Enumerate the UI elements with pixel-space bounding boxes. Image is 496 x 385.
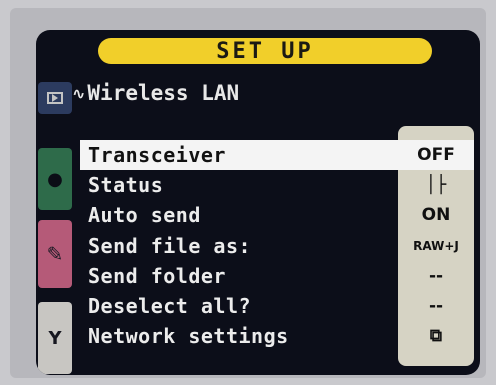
menu-item-label: Status bbox=[88, 173, 164, 198]
title-bar: SET UP bbox=[98, 38, 432, 64]
tab-shooting[interactable]: ● bbox=[38, 148, 72, 210]
menu-item-network-settings[interactable]: Network settings ⧉ bbox=[80, 321, 474, 351]
menu-item-label: Auto send bbox=[88, 203, 201, 228]
network-settings-icon: ⧉ bbox=[429, 326, 443, 347]
pencil-icon: ✎ bbox=[46, 242, 64, 266]
menu-item-value: -- bbox=[428, 296, 444, 317]
menu-item-value: RAW+J bbox=[413, 238, 459, 253]
menu-item-status[interactable]: Status │├ bbox=[80, 170, 474, 200]
wrench-icon: Y bbox=[48, 327, 62, 349]
menu-item-send-folder[interactable]: Send folder -- bbox=[80, 261, 474, 291]
menu-item-label: Deselect all? bbox=[88, 294, 252, 319]
menu-item-value: ON bbox=[421, 205, 451, 226]
menu-item-label: Transceiver bbox=[88, 143, 226, 168]
tab-setup[interactable]: Y bbox=[38, 302, 72, 374]
menu-item-deselect-all[interactable]: Deselect all? -- bbox=[80, 291, 474, 321]
menu-item-label: Send folder bbox=[88, 263, 226, 288]
section-title: Wireless LAN bbox=[87, 81, 240, 105]
lcd-screen: ● ✎ Y SET UP ∿ Wireless LAN Transceiver … bbox=[36, 30, 480, 375]
tab-custom[interactable]: ✎ bbox=[38, 220, 72, 288]
menu-item-label: Send file as: bbox=[88, 233, 252, 258]
settings-menu: Transceiver OFF Status │├ Auto send ON S… bbox=[80, 140, 474, 351]
wireless-wave-icon: ∿ bbox=[72, 83, 86, 103]
signal-status-icon: │├ bbox=[425, 175, 447, 196]
menu-item-send-file-as[interactable]: Send file as: RAW+J bbox=[80, 231, 474, 261]
menu-item-value: -- bbox=[428, 265, 444, 286]
menu-item-value: OFF bbox=[417, 145, 455, 166]
tab-playback[interactable] bbox=[38, 82, 72, 114]
section-header: ∿ Wireless LAN bbox=[72, 78, 239, 108]
menu-tabs: ● ✎ Y bbox=[36, 30, 72, 375]
menu-item-auto-send[interactable]: Auto send ON bbox=[80, 200, 474, 230]
page-title: SET UP bbox=[216, 38, 314, 64]
playback-icon bbox=[47, 92, 63, 104]
camera-icon: ● bbox=[47, 168, 63, 190]
camera-frame: ● ✎ Y SET UP ∿ Wireless LAN Transceiver … bbox=[10, 8, 486, 378]
menu-item-transceiver[interactable]: Transceiver OFF bbox=[80, 140, 474, 171]
menu-item-label: Network settings bbox=[88, 324, 289, 349]
